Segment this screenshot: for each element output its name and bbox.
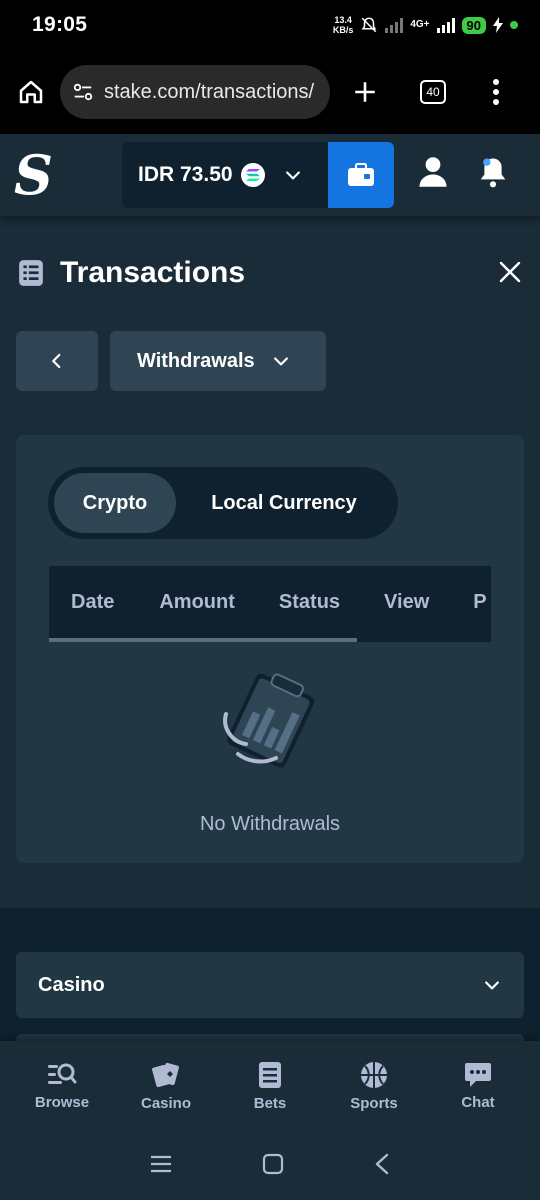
url-bar[interactable]: stake.com/transactions/ xyxy=(60,65,330,119)
chat-icon xyxy=(465,1063,491,1087)
chevron-down-icon xyxy=(485,981,499,990)
url-text: stake.com/transactions/ xyxy=(104,80,315,103)
transactions-page: Transactions Withdrawals Crypto Local Cu… xyxy=(0,216,540,908)
nav-chat[interactable]: Chat xyxy=(438,1062,518,1111)
network-speed: 13.4 KB/s xyxy=(332,15,354,35)
menu-kebab-icon[interactable] xyxy=(492,79,500,105)
betslip-icon xyxy=(259,1062,281,1088)
tab-local-currency[interactable]: Local Currency xyxy=(176,473,392,533)
nav-bets[interactable]: Bets xyxy=(230,1061,310,1112)
browse-search-icon xyxy=(48,1063,77,1084)
site-settings-icon[interactable] xyxy=(72,81,94,103)
nav-label: Bets xyxy=(253,1095,287,1112)
nav-label: Browse xyxy=(34,1094,90,1111)
status-bar: 19:05 13.4 KB/s 4G+ 90 xyxy=(0,0,540,50)
back-button[interactable] xyxy=(16,331,98,391)
close-button[interactable] xyxy=(498,260,522,289)
tab-switcher[interactable]: 40 xyxy=(420,80,446,104)
column-status: Status xyxy=(278,591,341,613)
privacy-dot xyxy=(510,21,518,29)
list-icon xyxy=(19,260,43,286)
home-icon[interactable] xyxy=(16,77,46,107)
bottom-navigation: Browse Casino Bets Sports Chat xyxy=(0,1041,540,1132)
table-header[interactable]: Date Amount Status View P xyxy=(49,566,491,642)
wallet-icon xyxy=(348,163,374,186)
basketball-icon xyxy=(361,1062,387,1088)
balance-amount: IDR 73.50 xyxy=(138,163,233,186)
transaction-type-dropdown[interactable]: Withdrawals xyxy=(110,331,326,391)
cards-icon xyxy=(152,1062,179,1088)
battery-indicator: 90 xyxy=(461,16,486,34)
home-button-icon[interactable] xyxy=(262,1153,284,1180)
close-icon xyxy=(499,261,521,283)
stake-logo[interactable]: S xyxy=(14,148,74,202)
back-nav-icon[interactable] xyxy=(374,1153,390,1180)
casino-accordion[interactable]: Casino xyxy=(16,952,524,1018)
signal-icon-sim2 xyxy=(436,17,455,33)
nav-label: Sports xyxy=(350,1095,398,1112)
system-navigation-bar xyxy=(0,1132,540,1200)
balance-selector[interactable]: IDR 73.50 xyxy=(122,142,328,208)
column-date: Date xyxy=(71,591,115,613)
clock: 19:05 xyxy=(32,13,88,36)
charging-icon xyxy=(493,17,503,33)
transactions-card: Crypto Local Currency Date Amount Status… xyxy=(16,435,524,863)
column-view: View xyxy=(384,591,430,613)
tab-crypto[interactable]: Crypto xyxy=(54,473,176,533)
scrollbar-indicator[interactable] xyxy=(49,638,357,642)
signal-icon-sim1 xyxy=(385,17,404,33)
recent-apps-icon[interactable] xyxy=(150,1155,172,1178)
nav-label: Chat xyxy=(461,1094,495,1111)
accordion-label: Casino xyxy=(38,973,105,996)
chevron-down-icon xyxy=(285,171,300,180)
new-tab-icon[interactable] xyxy=(352,79,378,105)
dropdown-selected-value: Withdrawals xyxy=(137,349,255,372)
site-header: S IDR 73.50 xyxy=(0,134,540,216)
chevron-down-icon xyxy=(273,357,288,366)
mute-bell-icon xyxy=(361,17,377,33)
empty-clipboard-icon xyxy=(212,668,330,777)
nav-sports[interactable]: Sports xyxy=(334,1061,414,1112)
browser-toolbar: stake.com/transactions/ 40 xyxy=(0,50,540,134)
currency-type-toggle: Crypto Local Currency xyxy=(48,467,398,539)
solana-coin-icon xyxy=(240,163,265,187)
network-type: 4G+ xyxy=(410,19,430,30)
empty-state-message: No Withdrawals xyxy=(199,813,341,835)
column-amount: Amount xyxy=(159,591,235,613)
column-truncated: P xyxy=(473,591,487,613)
chevron-left-icon xyxy=(52,353,61,369)
footer: Casino xyxy=(0,908,540,1054)
nav-casino[interactable]: Casino xyxy=(126,1061,206,1112)
wallet-button[interactable] xyxy=(328,142,394,208)
user-profile-icon[interactable] xyxy=(418,156,448,193)
notifications-bell-icon[interactable] xyxy=(478,156,508,193)
page-title: Transactions xyxy=(60,256,246,289)
nav-browse[interactable]: Browse xyxy=(22,1062,102,1111)
tab-count: 40 xyxy=(420,80,446,104)
nav-label: Casino xyxy=(140,1095,191,1112)
